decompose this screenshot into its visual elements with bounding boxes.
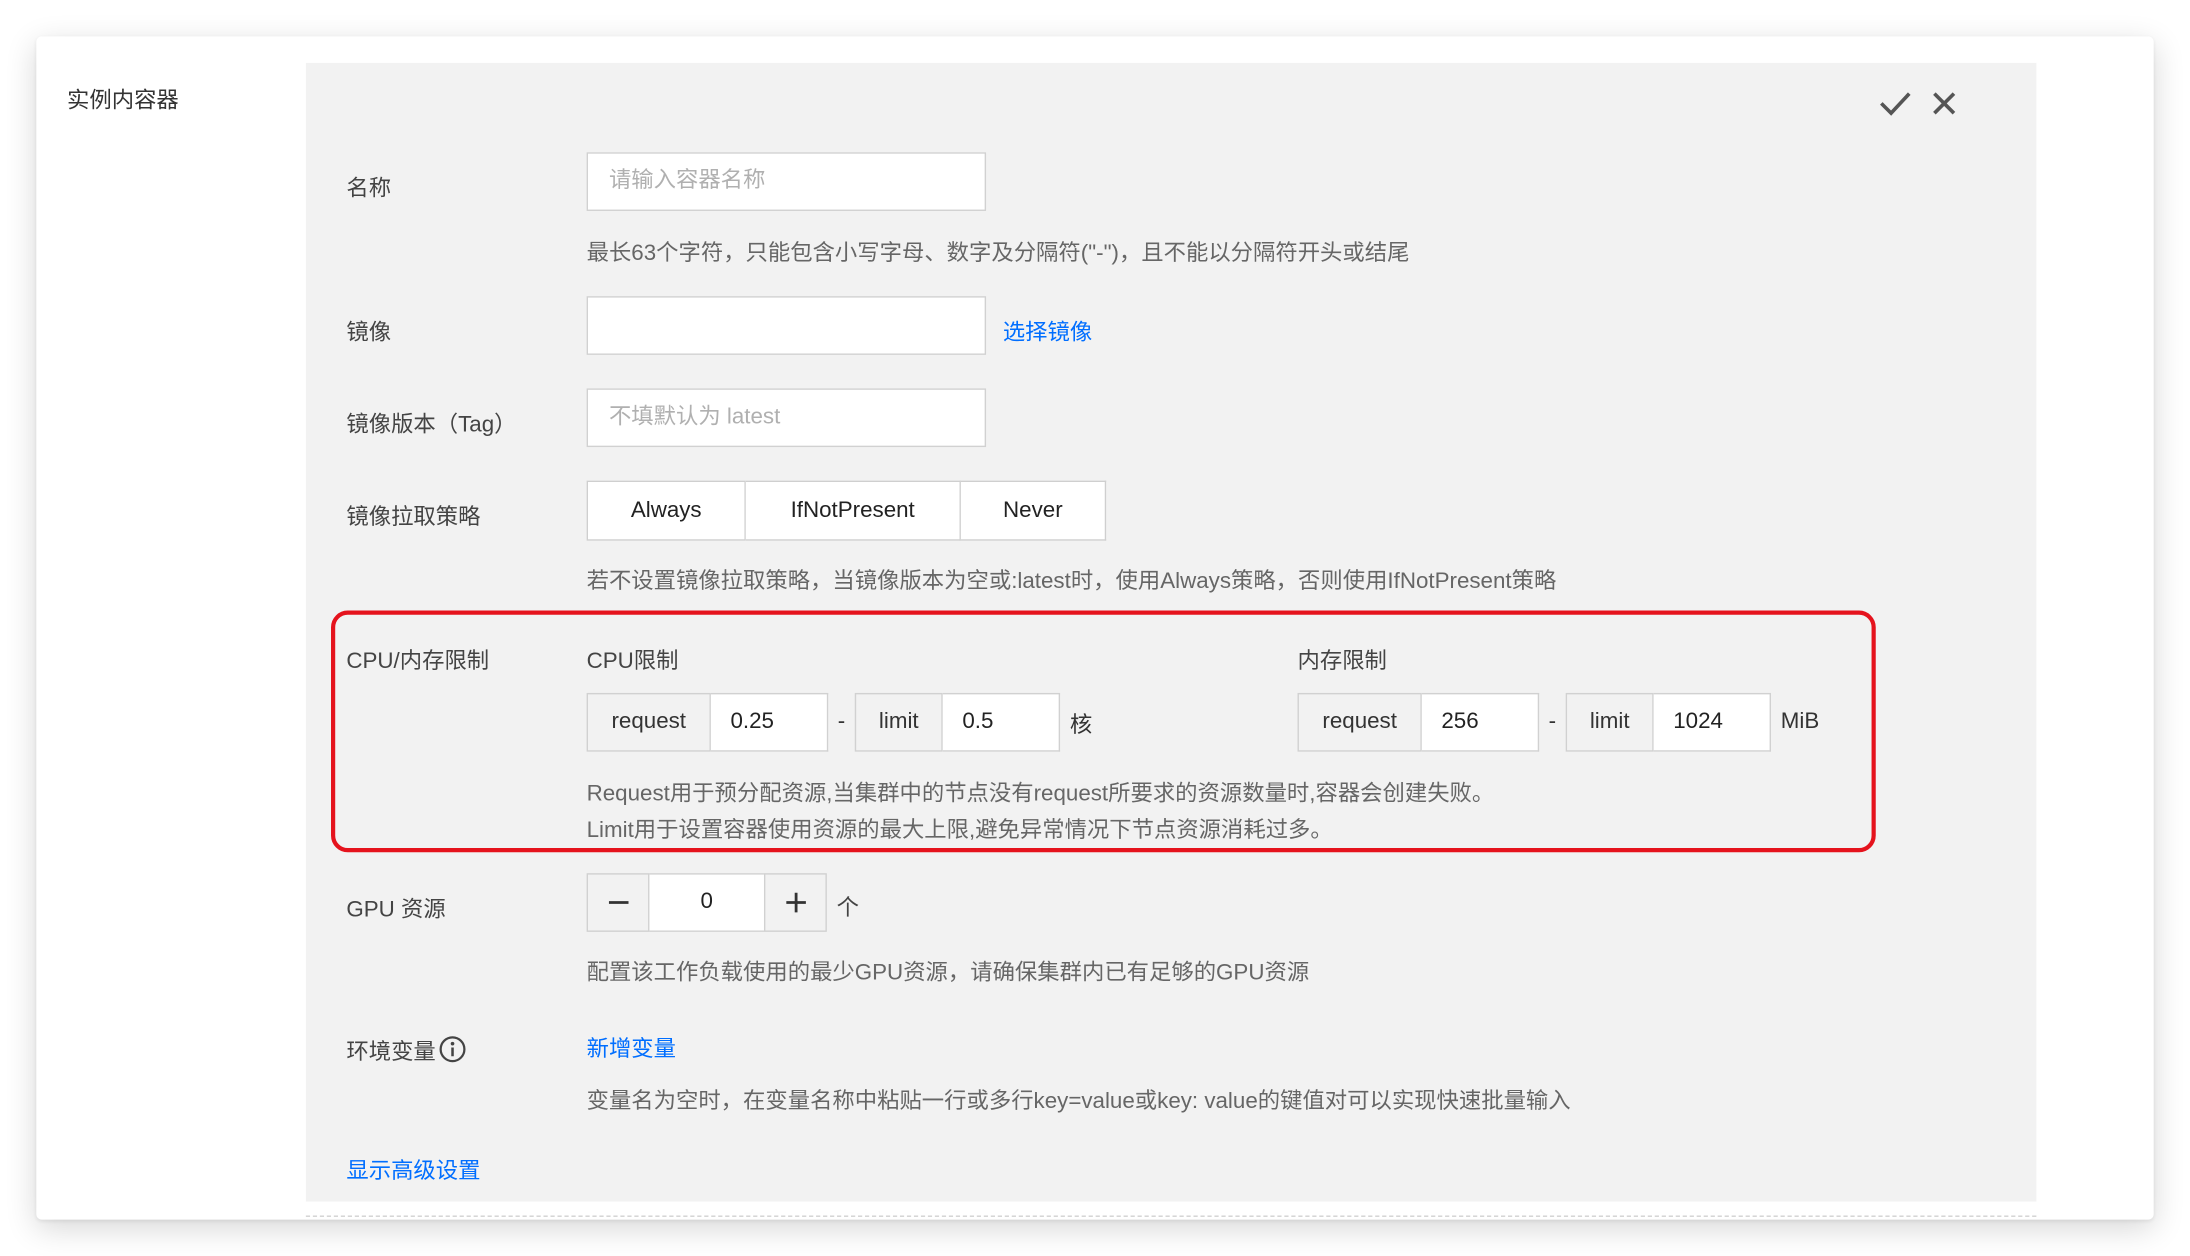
gpu-label: GPU 资源 — [346, 898, 446, 923]
plus-icon — [785, 892, 806, 913]
panel-divider — [305, 1215, 2037, 1217]
gpu-count-input[interactable]: 0 — [649, 873, 764, 932]
select-image-link[interactable]: 选择镜像 — [1003, 313, 1092, 347]
pull-policy-label: 镜像拉取策略 — [346, 505, 481, 530]
add-variable-link[interactable]: 新增变量 — [587, 1030, 676, 1064]
pull-policy-ifnotpresent[interactable]: IfNotPresent — [745, 480, 961, 541]
pull-policy-never[interactable]: Never — [960, 480, 1107, 541]
show-advanced-settings-link[interactable]: 显示高级设置 — [346, 1151, 480, 1185]
pull-policy-always[interactable]: Always — [586, 480, 746, 541]
limits-highlight-box — [331, 610, 1876, 853]
gpu-unit: 个 — [836, 896, 859, 921]
info-icon[interactable] — [439, 1035, 467, 1063]
env-label: 环境变量 — [346, 1040, 436, 1065]
name-label: 名称 — [346, 177, 392, 202]
screenshot-stage: 实例内容器 名称 最长63个字符，只能包含小写字母、数字及分隔符("-")，且不… — [0, 0, 2190, 1256]
gpu-hint: 配置该工作负载使用的最少GPU资源，请确保集群内已有足够的GPU资源 — [586, 961, 1310, 985]
close-icon[interactable] — [1930, 89, 1958, 117]
section-title: 实例内容器 — [67, 89, 179, 114]
image-label: 镜像 — [346, 321, 392, 346]
minus-icon — [608, 901, 628, 904]
gpu-increment-button[interactable] — [763, 873, 827, 932]
gpu-decrement-button[interactable] — [586, 873, 650, 932]
gpu-stepper: 0 — [586, 873, 827, 932]
pull-policy-hint: 若不设置镜像拉取策略，当镜像版本为空或:latest时，使用Always策略，否… — [586, 570, 1557, 594]
container-name-input[interactable] — [586, 152, 987, 211]
check-icon[interactable] — [1877, 88, 1913, 119]
image-tag-input[interactable] — [586, 388, 987, 448]
env-hint: 变量名为空时，在变量名称中粘贴一行或多行key=value或key: value… — [586, 1089, 1571, 1114]
image-input[interactable] — [586, 296, 987, 355]
image-tag-label: 镜像版本（Tag） — [346, 413, 517, 438]
name-hint: 最长63个字符，只能包含小写字母、数字及分隔符("-")，且不能以分隔符开头或结… — [586, 241, 1410, 266]
pull-policy-segmented: Always IfNotPresent Never — [586, 480, 1107, 541]
env-label-group: 环境变量 — [346, 1032, 466, 1066]
